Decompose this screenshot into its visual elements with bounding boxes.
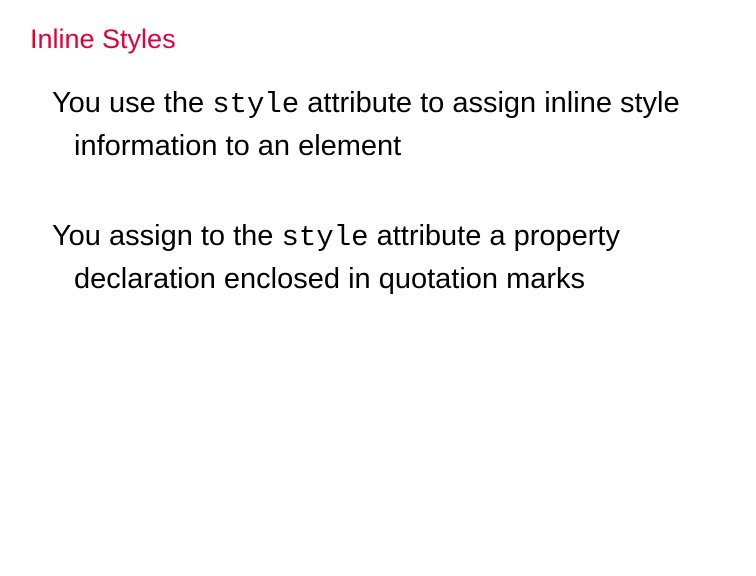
paragraph-1: You use the style attribute to assign in… xyxy=(52,83,696,166)
paragraph-2: You assign to the style attribute a prop… xyxy=(52,216,696,299)
para1-code: style xyxy=(212,88,299,121)
para2-code: style xyxy=(282,221,369,254)
slide-title: Inline Styles xyxy=(30,24,726,55)
para2-pre: You assign to the xyxy=(52,220,282,252)
para1-pre: You use the xyxy=(52,87,212,119)
